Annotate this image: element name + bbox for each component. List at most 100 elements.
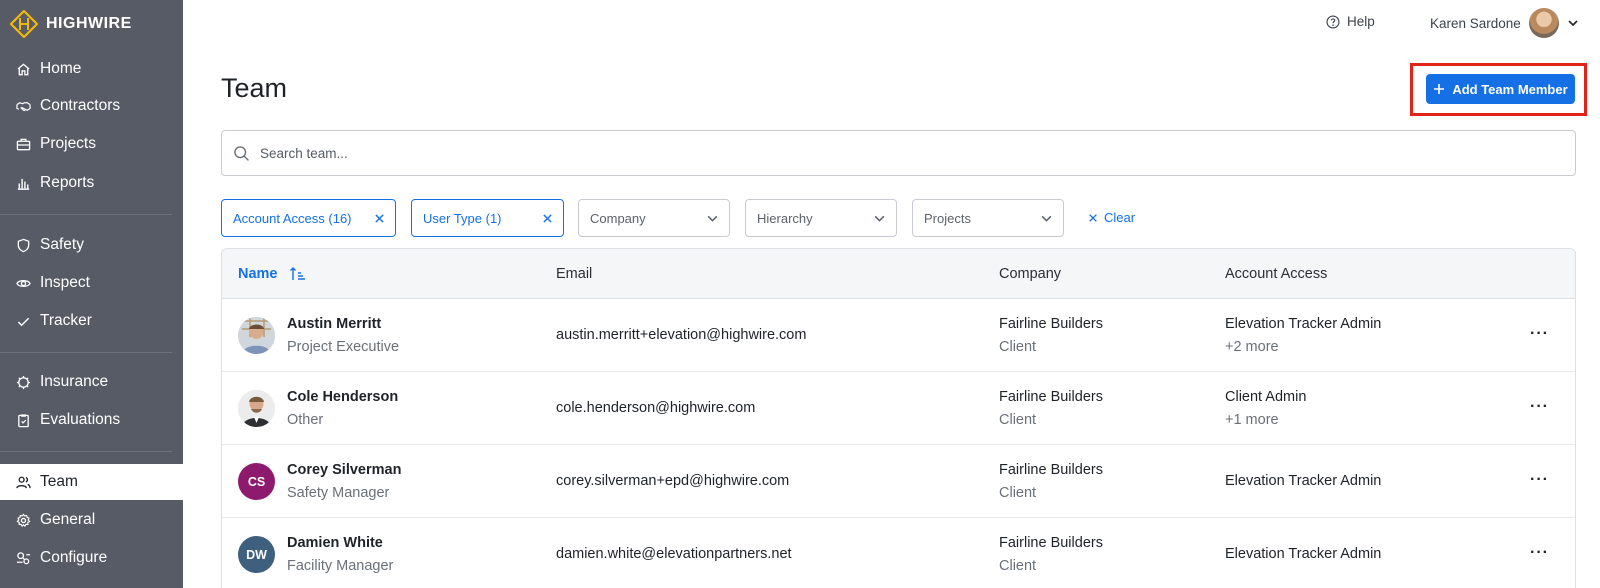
sidebar-item-team[interactable]: Team [0, 464, 183, 500]
table-row[interactable]: Austin Merritt Project Executive austin.… [222, 299, 1575, 372]
table-row[interactable]: DW Damien White Facility Manager damien.… [222, 518, 1575, 588]
member-access: Elevation Tracker Admin [1225, 316, 1382, 332]
team-table: Name Email Company Account Access Austin… [221, 248, 1576, 588]
member-access-more[interactable]: +1 more [1225, 412, 1279, 428]
sidebar-divider [0, 214, 172, 215]
avatar [238, 390, 275, 427]
search-input[interactable] [260, 145, 1360, 161]
filter-hierarchy[interactable]: Hierarchy [745, 199, 897, 237]
member-company-type: Client [999, 558, 1037, 574]
filter-label: Account Access (16) [233, 210, 352, 226]
close-icon [1089, 213, 1097, 222]
users-icon [16, 476, 31, 488]
column-name-sort[interactable]: Name [238, 266, 306, 282]
member-company: Fairline Builders [999, 316, 1103, 332]
close-icon[interactable] [374, 213, 385, 224]
filter-label: Projects [924, 210, 971, 226]
chevron-down-icon [874, 215, 885, 222]
member-access: Elevation Tracker Admin [1225, 546, 1382, 562]
highwire-logo-icon [10, 10, 38, 38]
sidebar-item-general[interactable]: General [0, 502, 183, 538]
filter-label: Hierarchy [757, 210, 813, 226]
sidebar-item-label: Tracker [40, 312, 92, 329]
sidebar-item-label: Safety [40, 236, 84, 253]
member-name[interactable]: Austin Merritt [287, 316, 381, 332]
filter-account-access[interactable]: Account Access (16) [221, 199, 396, 237]
member-company-type: Client [999, 485, 1037, 501]
sidebar-item-contractors[interactable]: Contractors [0, 88, 183, 124]
avatar: DW [238, 536, 275, 573]
table-header: Name Email Company Account Access [222, 249, 1575, 299]
sidebar-item-label: Evaluations [40, 411, 121, 428]
close-icon[interactable] [542, 213, 553, 224]
sidebar-item-insurance[interactable]: Insurance [0, 364, 183, 400]
row-actions-icon[interactable]: ··· [1530, 398, 1549, 416]
user-name: Karen Sardone [1430, 15, 1521, 31]
column-header: Email [556, 266, 593, 282]
sidebar-divider [0, 451, 172, 452]
member-role: Safety Manager [287, 485, 390, 501]
column-header: Name [238, 266, 278, 282]
member-role: Other [287, 412, 324, 428]
sidebar-item-configure[interactable]: Configure [0, 540, 183, 576]
sidebar-divider [0, 352, 172, 353]
member-email: corey.silverman+epd@highwire.com [556, 473, 790, 489]
sidebar-item-reports[interactable]: Reports [0, 165, 183, 201]
row-actions-icon[interactable]: ··· [1530, 544, 1549, 562]
chevron-down-icon [1568, 20, 1578, 27]
sidebar-item-label: Configure [40, 549, 108, 566]
sidebar-item-inspect[interactable]: Inspect [0, 265, 183, 301]
clipboard-icon [18, 413, 29, 427]
sidebar-item-tracker[interactable]: Tracker [0, 303, 183, 339]
brand-name: HIGHWIRE [46, 15, 132, 32]
filter-label: Company [590, 210, 646, 226]
sidebar-item-evaluations[interactable]: Evaluations [0, 402, 183, 438]
configure-icon [16, 551, 31, 564]
member-company-type: Client [999, 339, 1037, 355]
member-email: damien.white@elevationpartners.net [556, 546, 792, 562]
sidebar-item-projects[interactable]: Projects [0, 126, 183, 162]
sidebar-item-label: Projects [40, 135, 96, 152]
eye-icon [16, 279, 31, 287]
sidebar-item-home[interactable]: Home [0, 51, 183, 87]
member-access: Client Admin [1225, 389, 1307, 405]
row-actions-icon[interactable]: ··· [1530, 471, 1549, 489]
filter-label: User Type (1) [423, 210, 502, 226]
member-name[interactable]: Corey Silverman [287, 462, 401, 478]
sidebar-item-label: Team [40, 473, 78, 490]
member-company: Fairline Builders [999, 535, 1103, 551]
avatar [238, 317, 275, 354]
row-actions-icon[interactable]: ··· [1530, 325, 1549, 343]
filter-user-type[interactable]: User Type (1) [411, 199, 564, 237]
table-row[interactable]: CS Corey Silverman Safety Manager corey.… [222, 445, 1575, 518]
sidebar-item-label: General [40, 511, 96, 528]
sidebar-item-safety[interactable]: Safety [0, 227, 183, 263]
member-name[interactable]: Cole Henderson [287, 389, 398, 405]
column-header: Company [999, 266, 1062, 282]
search-icon [234, 145, 249, 161]
search-box[interactable] [221, 130, 1576, 176]
page-title: Team [221, 73, 288, 103]
member-company: Fairline Builders [999, 462, 1103, 478]
chevron-down-icon [1041, 215, 1052, 222]
table-row[interactable]: Cole Henderson Other cole.henderson@high… [222, 372, 1575, 445]
filter-company[interactable]: Company [578, 199, 730, 237]
brand-logo[interactable]: HIGHWIRE [10, 9, 132, 39]
briefcase-icon [16, 138, 31, 150]
member-role: Project Executive [287, 339, 400, 355]
help-link[interactable]: Help [1326, 14, 1375, 29]
member-access: Elevation Tracker Admin [1225, 473, 1382, 489]
member-name[interactable]: Damien White [287, 535, 383, 551]
filter-projects[interactable]: Projects [912, 199, 1064, 237]
handshake-icon [16, 101, 31, 111]
clear-filters-button[interactable]: Clear [1088, 210, 1135, 225]
member-role: Facility Manager [287, 558, 394, 574]
add-team-member-button[interactable]: Add Team Member [1426, 74, 1575, 104]
help-circle-icon [1326, 14, 1340, 29]
plus-icon [1434, 84, 1445, 94]
user-menu[interactable]: Karen Sardone [1430, 8, 1579, 38]
member-access-more[interactable]: +2 more [1225, 339, 1279, 355]
sidebar-item-label: Reports [40, 174, 95, 191]
check-icon [17, 317, 30, 326]
sort-ascending-icon [289, 267, 305, 280]
